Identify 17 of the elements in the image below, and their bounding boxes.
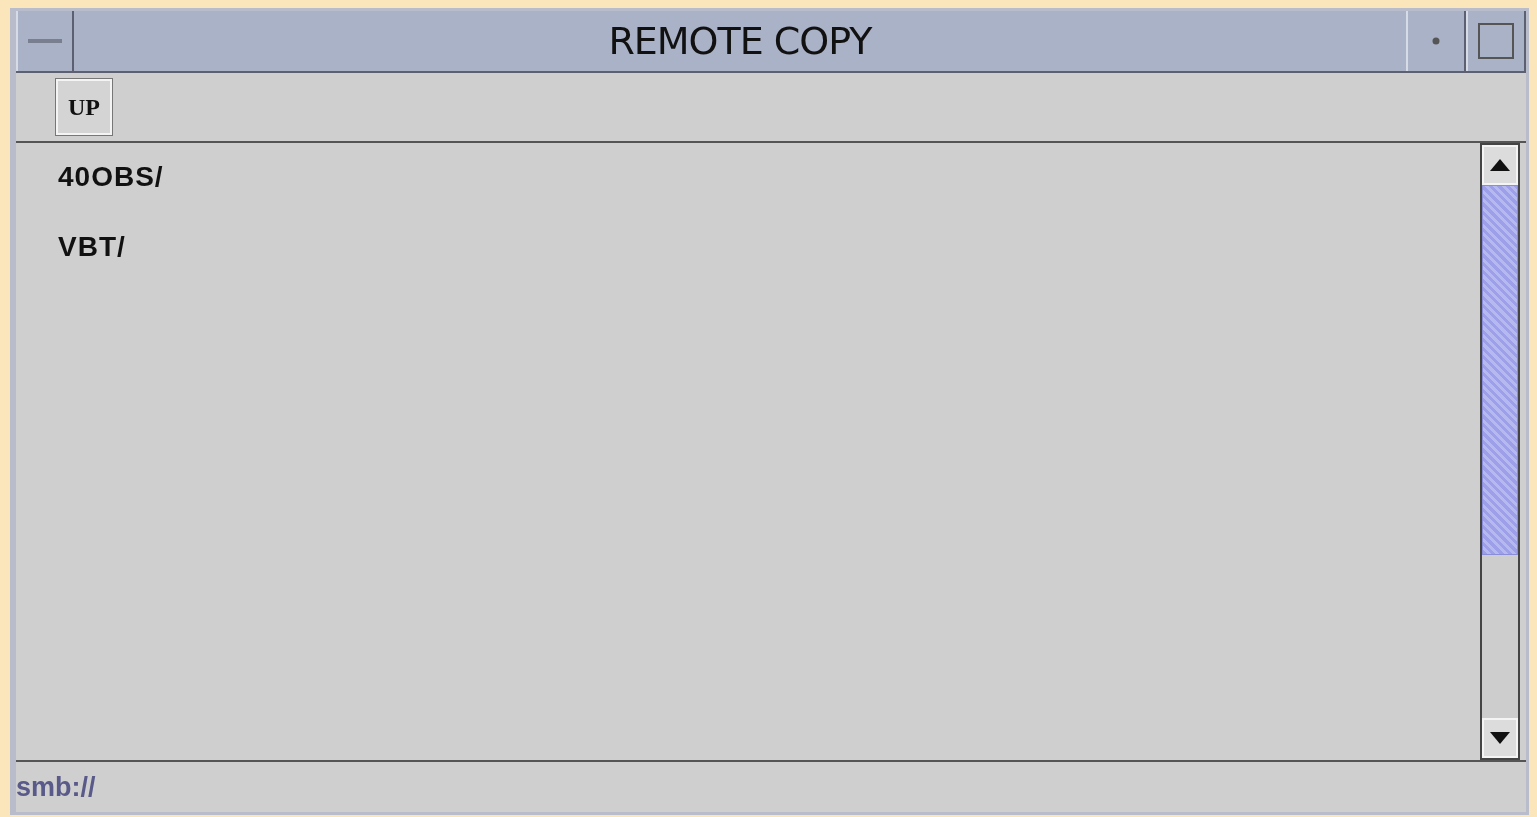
down-arrow-icon — [1490, 732, 1510, 744]
window-menu-button[interactable] — [1406, 11, 1466, 71]
folder-item[interactable]: VBT/ — [58, 231, 1480, 263]
scrollbar[interactable] — [1480, 143, 1520, 760]
folder-item[interactable]: 40OBS/ — [58, 161, 1480, 193]
maximize-button[interactable] — [1466, 11, 1526, 71]
window-title: REMOTE COPY — [607, 18, 874, 65]
dot-icon — [1432, 37, 1440, 45]
up-button[interactable]: UP — [56, 79, 112, 135]
scroll-thumb[interactable] — [1482, 185, 1518, 555]
minimize-button[interactable] — [16, 11, 74, 71]
scroll-down-button[interactable] — [1482, 718, 1518, 758]
maximize-icon — [1478, 23, 1514, 59]
path-text: smb:// — [16, 771, 96, 803]
minimize-icon — [28, 38, 62, 44]
scroll-up-button[interactable] — [1482, 145, 1518, 185]
up-arrow-icon — [1490, 159, 1510, 171]
